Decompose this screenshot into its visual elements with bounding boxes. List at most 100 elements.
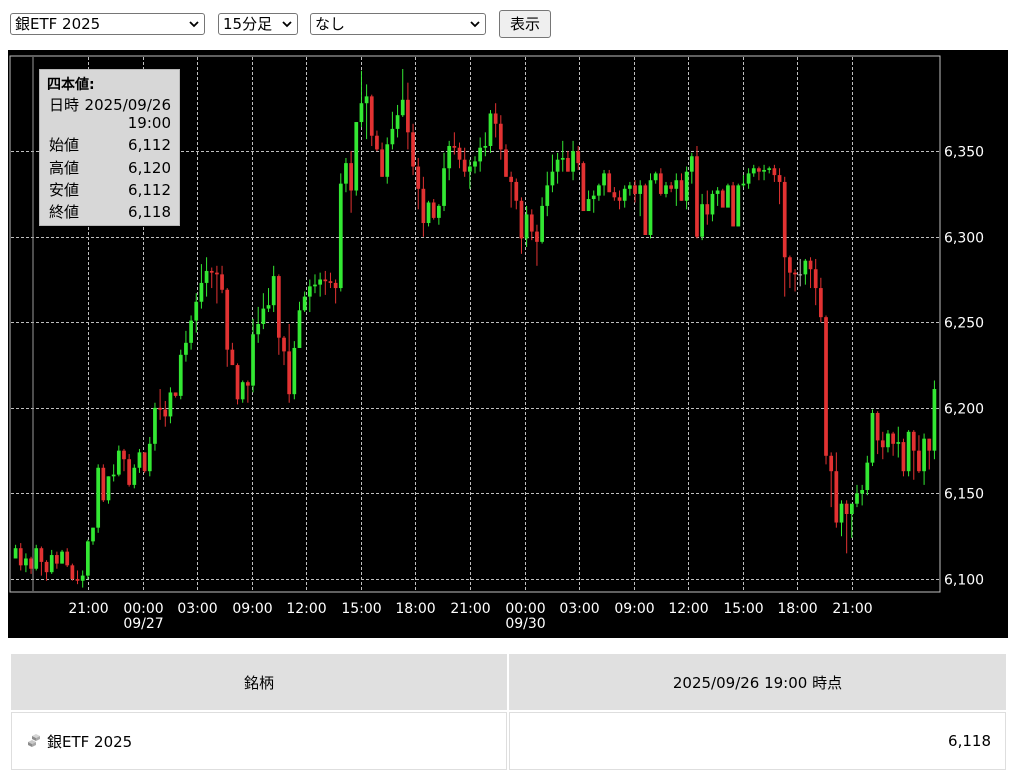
candle-body xyxy=(85,541,90,576)
x-tick-label: 09:00 xyxy=(614,601,654,617)
candle-body xyxy=(297,310,302,348)
candle-body xyxy=(18,548,23,566)
tooltip-date-label: 日時 xyxy=(49,96,80,114)
x-tick-label: 12:00 xyxy=(286,601,326,617)
x-tick-label: 03:00 xyxy=(559,601,599,617)
candle-body xyxy=(927,438,932,451)
interval-select[interactable]: 15分足 xyxy=(218,13,298,35)
tooltip-time-value: 19:00 xyxy=(127,114,171,132)
show-button[interactable]: 表示 xyxy=(499,10,551,38)
candle-body xyxy=(498,123,503,150)
interval-select-value: 15分足 xyxy=(223,15,273,33)
candle-body xyxy=(581,163,586,212)
candle-body xyxy=(483,146,488,148)
candle-body xyxy=(653,173,658,181)
candle-body xyxy=(70,565,75,580)
candle-body xyxy=(328,281,333,283)
candle-body xyxy=(529,214,534,232)
candle-body xyxy=(369,96,374,136)
x-date-label: 09/27 xyxy=(123,616,163,632)
candle-body xyxy=(344,163,348,184)
candle-body xyxy=(91,527,95,542)
price-value: 6,118 xyxy=(509,712,1006,770)
candle-body xyxy=(400,99,405,116)
chevron-down-icon xyxy=(282,21,292,28)
candle-body xyxy=(555,159,560,172)
candle-body xyxy=(597,185,601,196)
candle-body xyxy=(736,185,741,227)
candle-body xyxy=(509,176,513,182)
candle-body xyxy=(246,382,250,386)
candle-body xyxy=(209,270,214,273)
candle-body xyxy=(457,147,462,160)
candle-body xyxy=(726,185,730,208)
candle-body xyxy=(566,157,570,172)
candle-body xyxy=(431,202,436,218)
candle-body xyxy=(13,548,18,559)
candle-body xyxy=(235,365,240,400)
candle-body xyxy=(478,147,483,162)
candle-body xyxy=(168,392,173,417)
candle-body xyxy=(292,347,297,395)
candle-body xyxy=(426,202,431,224)
candle-body xyxy=(416,166,421,189)
y-tick-label: 6,100 xyxy=(944,573,984,589)
candle-body xyxy=(75,579,80,581)
candle-body xyxy=(261,308,266,324)
candle-body xyxy=(184,342,188,355)
candle-body xyxy=(158,407,162,410)
tooltip-low-label: 安値 xyxy=(49,181,80,199)
candle-body xyxy=(447,146,452,169)
candle-body xyxy=(504,149,508,177)
candle-body xyxy=(111,474,116,477)
x-tick-label: 09:00 xyxy=(232,601,272,617)
candle-body xyxy=(875,413,880,441)
candle-body xyxy=(648,180,653,235)
candle-body xyxy=(911,431,916,451)
tooltip-date-row: 日時 2025/09/26 xyxy=(49,95,171,115)
candle-body xyxy=(385,144,390,177)
indicator-select[interactable]: なし xyxy=(310,13,486,35)
candle-body xyxy=(782,181,787,258)
candle-body xyxy=(189,320,193,343)
candle-body xyxy=(560,157,565,160)
candle-body xyxy=(818,288,823,318)
candle-body xyxy=(173,392,178,396)
candle-body xyxy=(153,407,157,444)
header-timestamp: 2025/09/26 19:00 時点 xyxy=(509,654,1006,710)
candle-body xyxy=(932,389,937,451)
candle-body xyxy=(679,180,684,201)
candle-body xyxy=(137,452,142,468)
candle-body xyxy=(731,185,735,227)
x-tick-label: 18:00 xyxy=(777,601,817,617)
candle-body xyxy=(225,289,230,350)
candle-body xyxy=(772,168,777,176)
symbol-cell: 銀ETF 2025 xyxy=(11,712,507,770)
candle-body xyxy=(24,558,28,566)
candle-body xyxy=(80,575,85,581)
candle-body xyxy=(147,443,152,472)
candle-body xyxy=(142,452,147,472)
candle-body xyxy=(622,188,627,201)
candle-body xyxy=(705,204,710,215)
candle-body xyxy=(813,269,818,289)
candle-body xyxy=(256,324,261,335)
candle-body xyxy=(132,467,137,485)
ohlc-tooltip: 四本値: 日時 2025/09/26 19:00 始値 6,112 高値 6,1… xyxy=(39,69,180,226)
candle-body xyxy=(700,204,704,237)
tooltip-low-row: 安値 6,112 xyxy=(49,180,171,200)
candle-body xyxy=(101,467,106,501)
candle-body xyxy=(318,279,322,285)
tooltip-high-label: 高値 xyxy=(49,159,80,177)
candle-body xyxy=(865,462,870,491)
candle-body xyxy=(49,555,54,573)
x-tick-label: 15:00 xyxy=(341,601,381,617)
candle-body xyxy=(741,183,746,186)
candle-body xyxy=(127,459,132,485)
candle-body xyxy=(29,558,33,569)
candle-body xyxy=(60,551,64,564)
symbol-select[interactable]: 銀ETF 2025 xyxy=(10,13,205,35)
quote-table: 銘柄 2025/09/26 19:00 時点 銀ETF 2025 6,118 xyxy=(9,652,1008,772)
candle-body xyxy=(514,181,519,201)
candle-body xyxy=(834,471,839,523)
